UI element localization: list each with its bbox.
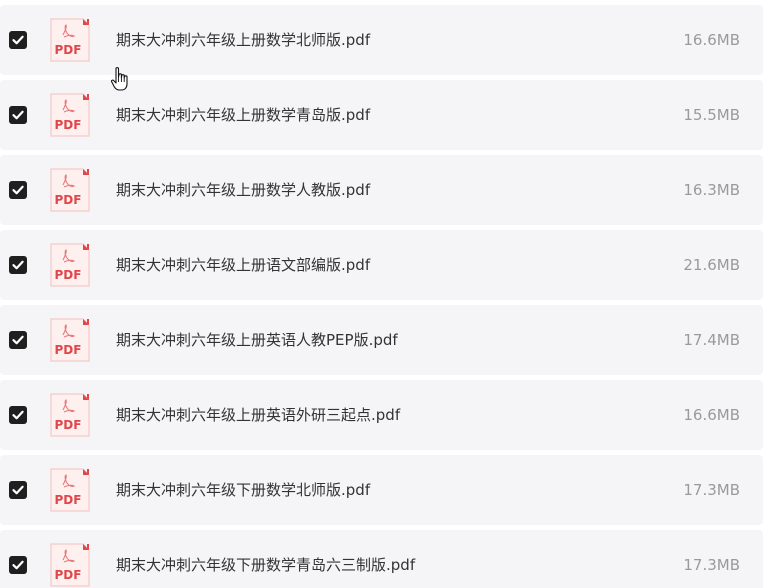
checkmark-icon bbox=[12, 260, 24, 270]
pdf-icon-label: PDF bbox=[55, 343, 82, 357]
file-name[interactable]: 期末大冲刺六年级下册数学青岛六三制版.pdf bbox=[116, 555, 415, 575]
pdf-file-icon: PDF bbox=[50, 543, 90, 587]
file-size: 17.3MB bbox=[683, 481, 740, 499]
file-size: 15.5MB bbox=[683, 106, 740, 124]
pdf-file-icon: PDF bbox=[50, 18, 90, 62]
file-name[interactable]: 期末大冲刺六年级上册数学青岛版.pdf bbox=[116, 105, 370, 125]
file-row[interactable]: PDF 期末大冲刺六年级上册英语人教PEP版.pdf 17.4MB bbox=[0, 305, 763, 375]
pdf-icon-label: PDF bbox=[55, 118, 82, 132]
file-row[interactable]: PDF 期末大冲刺六年级下册数学青岛六三制版.pdf 17.3MB bbox=[0, 530, 763, 588]
checkbox-checked[interactable] bbox=[9, 31, 27, 49]
checkbox-checked[interactable] bbox=[9, 181, 27, 199]
file-row[interactable]: PDF 期末大冲刺六年级上册数学北师版.pdf 16.6MB bbox=[0, 5, 763, 75]
pdf-icon-label: PDF bbox=[55, 493, 82, 507]
checkmark-icon bbox=[12, 410, 24, 420]
checkbox-checked[interactable] bbox=[9, 106, 27, 124]
file-size: 16.6MB bbox=[683, 31, 740, 49]
checkmark-icon bbox=[12, 35, 24, 45]
file-size: 17.3MB bbox=[683, 556, 740, 574]
file-row[interactable]: PDF 期末大冲刺六年级上册英语外研三起点.pdf 16.6MB bbox=[0, 380, 763, 450]
file-size: 21.6MB bbox=[683, 256, 740, 274]
checkmark-icon bbox=[12, 560, 24, 570]
checkmark-icon bbox=[12, 185, 24, 195]
file-size: 17.4MB bbox=[683, 331, 740, 349]
checkbox-checked[interactable] bbox=[9, 481, 27, 499]
file-row[interactable]: PDF 期末大冲刺六年级上册数学青岛版.pdf 15.5MB bbox=[0, 80, 763, 150]
pdf-file-icon: PDF bbox=[50, 468, 90, 512]
pdf-file-icon: PDF bbox=[50, 393, 90, 437]
pdf-file-icon: PDF bbox=[50, 93, 90, 137]
checkbox-checked[interactable] bbox=[9, 256, 27, 274]
file-row[interactable]: PDF 期末大冲刺六年级下册数学北师版.pdf 17.3MB bbox=[0, 455, 763, 525]
checkmark-icon bbox=[12, 485, 24, 495]
file-size: 16.6MB bbox=[683, 406, 740, 424]
checkbox-checked[interactable] bbox=[9, 406, 27, 424]
checkbox-checked[interactable] bbox=[9, 331, 27, 349]
file-row[interactable]: PDF 期末大冲刺六年级上册数学人教版.pdf 16.3MB bbox=[0, 155, 763, 225]
file-size: 16.3MB bbox=[683, 181, 740, 199]
checkmark-icon bbox=[12, 110, 24, 120]
file-name[interactable]: 期末大冲刺六年级上册英语人教PEP版.pdf bbox=[116, 330, 398, 350]
file-name[interactable]: 期末大冲刺六年级上册数学人教版.pdf bbox=[116, 180, 370, 200]
file-list: PDF 期末大冲刺六年级上册数学北师版.pdf 16.6MB PDF 期末大冲刺… bbox=[0, 0, 763, 588]
pdf-icon-label: PDF bbox=[55, 418, 82, 432]
checkbox-checked[interactable] bbox=[9, 556, 27, 574]
pdf-icon-label: PDF bbox=[55, 568, 82, 582]
file-row[interactable]: PDF 期末大冲刺六年级上册语文部编版.pdf 21.6MB bbox=[0, 230, 763, 300]
pdf-icon-label: PDF bbox=[55, 193, 82, 207]
file-name[interactable]: 期末大冲刺六年级上册英语外研三起点.pdf bbox=[116, 405, 400, 425]
pdf-file-icon: PDF bbox=[50, 168, 90, 212]
checkmark-icon bbox=[12, 335, 24, 345]
pdf-file-icon: PDF bbox=[50, 318, 90, 362]
pdf-icon-label: PDF bbox=[55, 268, 82, 282]
file-name[interactable]: 期末大冲刺六年级上册数学北师版.pdf bbox=[116, 30, 370, 50]
file-name[interactable]: 期末大冲刺六年级上册语文部编版.pdf bbox=[116, 255, 370, 275]
pdf-icon-label: PDF bbox=[55, 43, 82, 57]
file-name[interactable]: 期末大冲刺六年级下册数学北师版.pdf bbox=[116, 480, 370, 500]
pdf-file-icon: PDF bbox=[50, 243, 90, 287]
